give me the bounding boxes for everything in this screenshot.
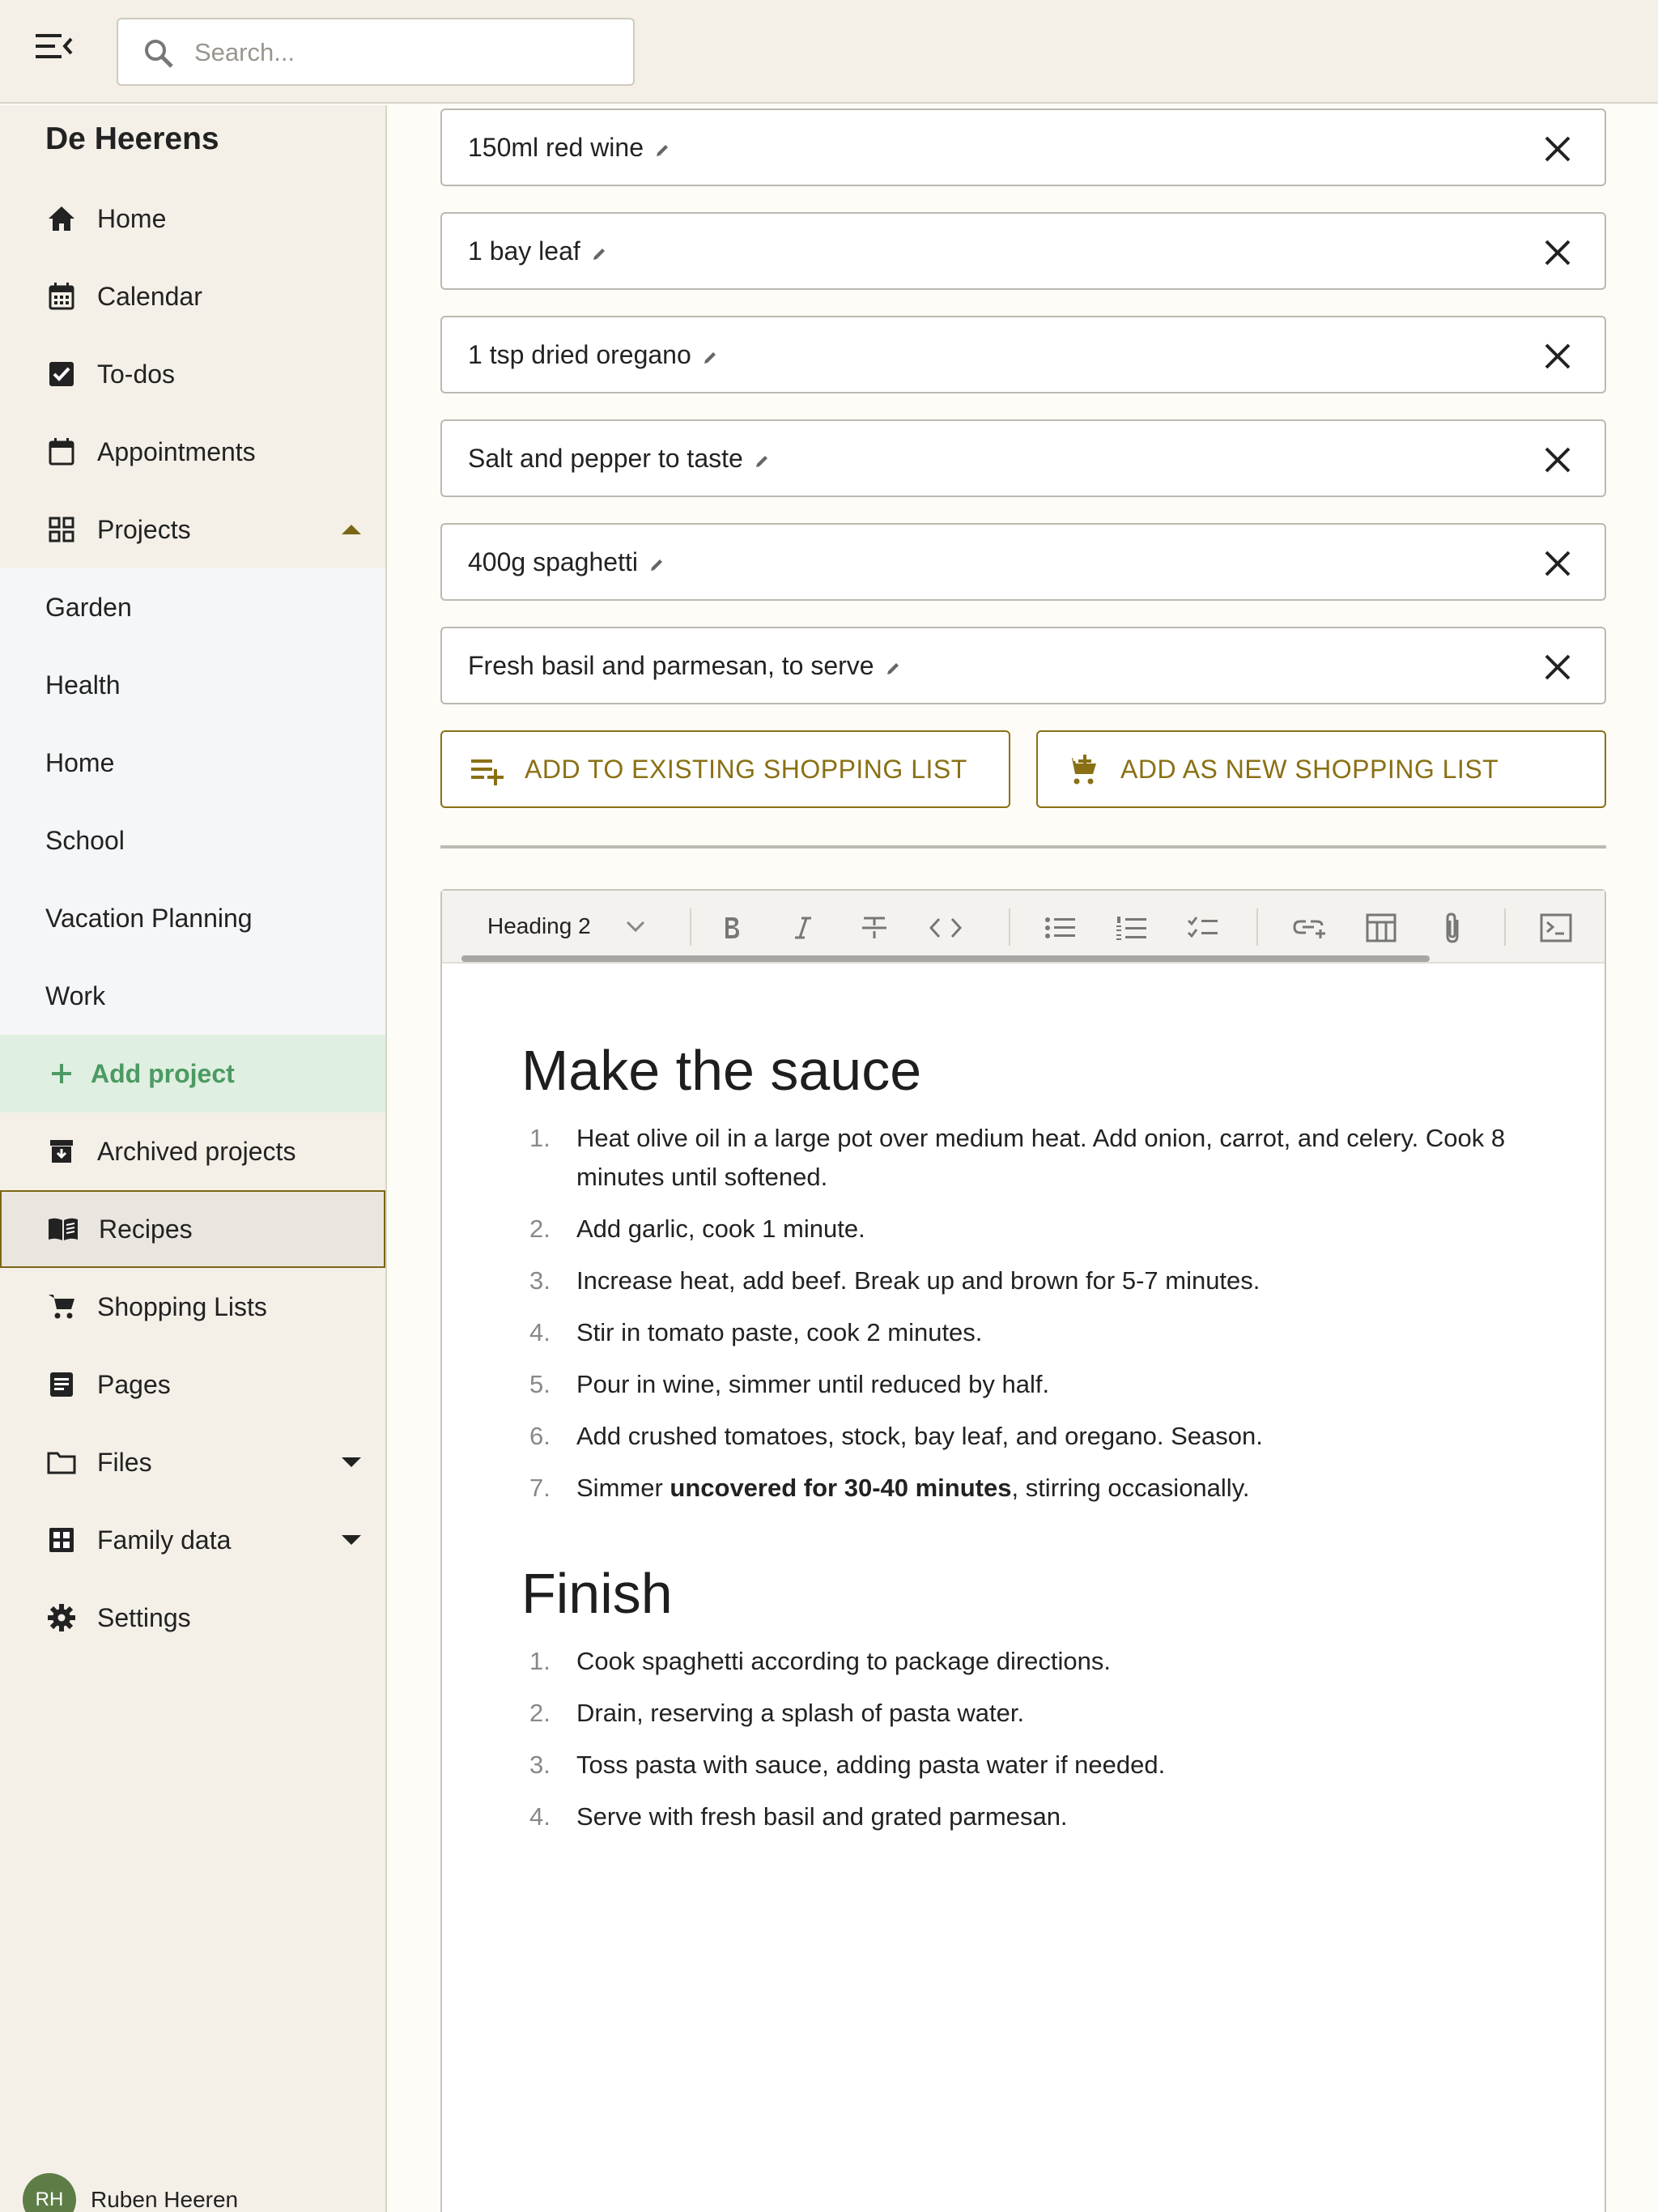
sidebar-item-project[interactable]: Vacation Planning bbox=[0, 879, 385, 957]
search-box[interactable] bbox=[117, 18, 635, 86]
search-input[interactable] bbox=[194, 31, 615, 74]
sidebar-item-project[interactable]: Health bbox=[0, 646, 385, 724]
calendar-blank-icon bbox=[45, 436, 78, 468]
gear-icon bbox=[45, 1602, 78, 1634]
close-icon[interactable] bbox=[1543, 549, 1572, 578]
table-icon bbox=[45, 1524, 78, 1556]
caret-down-icon[interactable] bbox=[340, 1534, 363, 1546]
close-icon[interactable] bbox=[1543, 342, 1572, 371]
table-insert-icon[interactable] bbox=[1363, 910, 1399, 946]
sidebar-item-calendar[interactable]: Calendar bbox=[0, 257, 385, 335]
block-type-select[interactable]: Heading 2 bbox=[487, 913, 591, 939]
pencil-icon[interactable] bbox=[703, 349, 719, 365]
close-icon[interactable] bbox=[1543, 238, 1572, 267]
italic-icon[interactable] bbox=[785, 910, 821, 946]
toolbar-separator bbox=[690, 908, 691, 946]
user-name: Ruben Heeren bbox=[91, 2187, 239, 2212]
paperclip-icon[interactable] bbox=[1435, 910, 1470, 946]
bold-icon[interactable] bbox=[714, 910, 750, 946]
sidebar-item-family-data[interactable]: Family data bbox=[0, 1501, 385, 1579]
sidebar-item-appointments[interactable]: Appointments bbox=[0, 413, 385, 491]
task-list-icon[interactable] bbox=[1185, 910, 1221, 946]
ingredient-item[interactable]: 1 tsp dried oregano bbox=[440, 316, 1606, 393]
sidebar-item-files[interactable]: Files bbox=[0, 1423, 385, 1501]
caret-up-icon[interactable] bbox=[340, 523, 363, 536]
ingredient-item[interactable]: 1 bay leaf bbox=[440, 212, 1606, 290]
code-icon[interactable] bbox=[928, 910, 963, 946]
sidebar-item-recipes[interactable]: Recipes bbox=[0, 1190, 385, 1268]
sidebar-item-archived-projects[interactable]: Archived projects bbox=[0, 1112, 385, 1190]
ingredient-text: Salt and pepper to taste bbox=[468, 444, 743, 473]
toolbar-scrollbar[interactable] bbox=[461, 955, 1430, 962]
playlist-add-icon bbox=[471, 759, 504, 785]
strikethrough-icon[interactable] bbox=[857, 910, 892, 946]
book-icon bbox=[47, 1213, 79, 1245]
section-heading: Make the sauce bbox=[521, 1039, 922, 1102]
close-icon[interactable] bbox=[1543, 653, 1572, 682]
caret-down-icon[interactable] bbox=[340, 1456, 363, 1469]
ingredient-item[interactable]: Salt and pepper to taste bbox=[440, 419, 1606, 497]
sidebar-item-project[interactable]: Garden bbox=[0, 568, 385, 646]
user-profile[interactable]: RH Ruben Heeren bbox=[23, 2173, 238, 2212]
bullet-list-icon[interactable] bbox=[1043, 910, 1078, 946]
pencil-icon[interactable] bbox=[655, 142, 671, 158]
home-icon bbox=[45, 202, 78, 235]
cart-plus-icon bbox=[1067, 755, 1096, 785]
add-to-existing-shopping-list-button[interactable]: ADD TO EXISTING SHOPPING LIST bbox=[440, 730, 1010, 808]
folder-icon bbox=[45, 1446, 78, 1478]
ordered-list-icon[interactable] bbox=[1114, 910, 1150, 946]
sidebar-item-todos[interactable]: To-dos bbox=[0, 335, 385, 413]
calendar-icon bbox=[45, 280, 78, 313]
pencil-icon[interactable] bbox=[592, 245, 608, 262]
sidebar: De Heerens Home Calendar To-dos Appointm… bbox=[0, 105, 387, 2212]
pencil-icon[interactable] bbox=[649, 556, 665, 572]
sidebar-item-pages[interactable]: Pages bbox=[0, 1346, 385, 1423]
ingredient-text: 150ml red wine bbox=[468, 133, 644, 162]
toolbar-separator bbox=[1009, 908, 1010, 946]
toolbar-separator bbox=[1504, 908, 1506, 946]
code-block-icon[interactable] bbox=[1538, 910, 1574, 946]
add-as-new-shopping-list-button[interactable]: ADD AS NEW SHOPPING LIST bbox=[1036, 730, 1606, 808]
link-icon[interactable] bbox=[1292, 910, 1328, 946]
chevron-down-icon[interactable] bbox=[625, 920, 646, 933]
sidebar-item-project[interactable]: Home bbox=[0, 724, 385, 802]
family-name: De Heerens bbox=[45, 121, 219, 156]
grid-icon bbox=[45, 513, 78, 546]
search-icon bbox=[145, 40, 173, 68]
editor-toolbar: Heading 2 bbox=[442, 891, 1605, 963]
pencil-icon[interactable] bbox=[886, 660, 902, 676]
close-icon[interactable] bbox=[1543, 445, 1572, 474]
ingredient-text: 1 bay leaf bbox=[468, 236, 580, 266]
menu-collapse-icon[interactable] bbox=[36, 32, 87, 71]
checkbox-icon bbox=[45, 358, 78, 390]
sidebar-item-home[interactable]: Home bbox=[0, 180, 385, 257]
ingredient-text: Fresh basil and parmesan, to serve bbox=[468, 651, 874, 680]
plus-icon bbox=[45, 1057, 78, 1090]
cart-icon bbox=[45, 1291, 78, 1323]
add-project-button[interactable]: Add project bbox=[0, 1035, 385, 1112]
sidebar-item-settings[interactable]: Settings bbox=[0, 1579, 385, 1657]
ingredient-text: 400g spaghetti bbox=[468, 547, 638, 576]
toolbar-separator bbox=[1256, 908, 1258, 946]
top-bar bbox=[0, 0, 1658, 104]
pencil-icon[interactable] bbox=[755, 453, 771, 469]
section-heading: Finish bbox=[521, 1562, 673, 1625]
ingredient-item[interactable]: 150ml red wine bbox=[440, 108, 1606, 186]
ingredient-item[interactable]: 400g spaghetti bbox=[440, 523, 1606, 601]
sidebar-item-shopping-lists[interactable]: Shopping Lists bbox=[0, 1268, 385, 1346]
divider bbox=[440, 845, 1606, 849]
archive-icon bbox=[45, 1135, 78, 1168]
avatar: RH bbox=[23, 2173, 76, 2212]
rich-text-editor[interactable]: Heading 2 Make the sauce 1. Heat olive oi… bbox=[440, 889, 1606, 2212]
page-icon bbox=[45, 1368, 78, 1401]
sidebar-item-project[interactable]: School bbox=[0, 802, 385, 879]
sidebar-item-project[interactable]: Work bbox=[0, 957, 385, 1035]
close-icon[interactable] bbox=[1543, 134, 1572, 164]
ingredient-text: 1 tsp dried oregano bbox=[468, 340, 691, 369]
ingredient-item[interactable]: Fresh basil and parmesan, to serve bbox=[440, 627, 1606, 704]
sidebar-item-projects[interactable]: Projects bbox=[0, 491, 385, 568]
